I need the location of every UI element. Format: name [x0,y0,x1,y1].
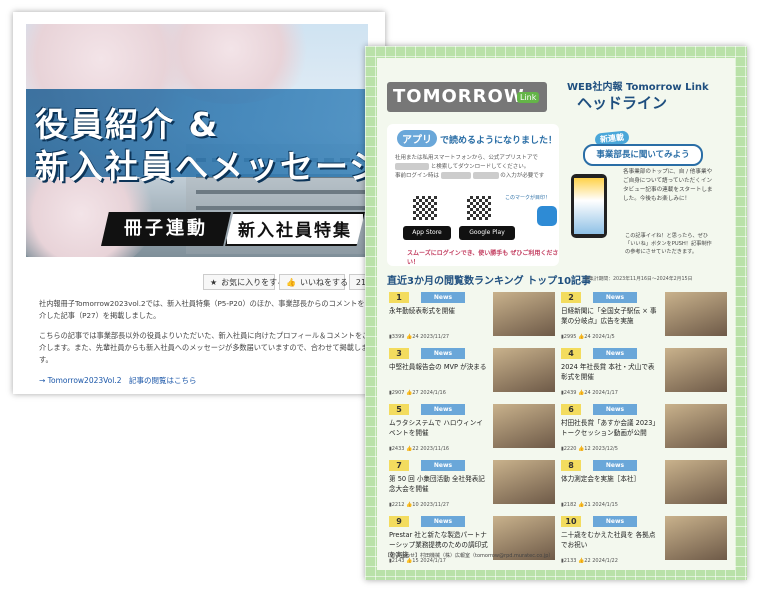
rank-meta: ▮2220 👍12 2023/12/5 [561,446,618,452]
serial-section: 新連載 事業部長に聞いてみよう 各事業部のトップに、自 / 他事業やご自身につい… [565,124,713,266]
ranking-item[interactable]: 10 News 二十歳をむかえた社員を 各拠点でお祝い ▮2133 👍22 2024/… [561,516,729,570]
app-icon [537,206,557,226]
ranking-item[interactable]: 6 News 村田社長賞「あすか会議 2023」トークセッション動画が公開 ▮2220… [561,404,729,458]
rank-number: 2 [561,292,581,303]
rank-meta: ▮3399 👍24 2023/11/27 [389,334,450,340]
ranking-item[interactable]: 8 News 体力測定会を実施［本社］ ▮2182 👍21 2024/1/15 [561,460,729,514]
qr-code-googleplay [467,196,491,220]
hero-tags: 冊子連動 新入社員特集 [101,212,371,246]
ranking-item[interactable]: 4 News 2024 年社長賞 本社・犬山で表彰式を開催 ▮2439 👍24 202… [561,348,729,402]
rank-number: 4 [561,348,581,359]
rank-meta: ▮2995 👍24 2024/1/5 [561,334,615,340]
app-badge: アプリ [397,130,437,147]
rank-meta: ▮2907 👍27 2024/1/16 [389,390,446,396]
rank-number: 10 [561,516,581,527]
news-tag: News [421,460,465,471]
tomorrow-logo-sub: Link [517,92,540,103]
qr-label: このマークが目印！ [505,195,551,201]
rank-meta: ▮2433 👍22 2023/11/16 [389,446,450,452]
tag-booklet: 冊子連動 [101,212,231,246]
newsletter-card: TOMORROW Link WEB社内報 Tomorrow Link ヘッドライ… [365,46,747,580]
rank-title: 日経新聞に「全国女子駅伝 × 事業の分岐点」広告を実施 [561,307,657,325]
ranking-period: ※集計期間：2023年11月16日〜2024年2月15日 [585,277,693,282]
rank-title: ムラタシステムで ハロウィンイベントを開催 [389,419,483,437]
rank-thumbnail [665,460,727,504]
hero-title-line1: 役員紹介 & [35,105,220,144]
appstore-badge[interactable]: App Store [403,226,451,240]
rank-number: 9 [389,516,409,527]
ranking-title: 直近3か月の閲覧数ランキング トップ10記事 [387,276,592,287]
rank-meta: ▮2439 👍24 2024/1/17 [561,390,618,396]
serial-title: 事業部長に聞いてみよう [583,144,703,166]
rank-title: 第 50 回 小集団活動 全社発表記念大会を開催 [389,475,485,493]
googleplay-badge[interactable]: Google Play [459,226,515,240]
news-tag: News [421,404,465,415]
rank-title: 中堅社員報告会の MVP が決まる [389,363,487,371]
news-tag: News [593,292,637,303]
star-icon: ★ [210,278,218,287]
contact-info: 【問い合わせ】村田機械（株）広報室（tomorrow@rpd.muratec.c… [385,553,554,559]
rank-title: 永年勤続表彰式を開催 [389,307,455,315]
rank-thumbnail [665,348,727,392]
article-paragraph-1: 社内報冊子Tomorrow2023vol.2では、新入社員特集（P5-P20）の… [39,299,379,320]
article-card: 役員紹介 & 新入社員へメッセージ 冊子連動 新入社員特集 ★ お気に入りをする … [13,12,385,394]
news-tag: News [593,404,637,415]
like-button[interactable]: 👍 いいねをする [279,274,348,290]
app-section: アプリ で読めるようになりました！ 社用または私用スマートフォンから、公式アプリス… [387,124,559,266]
rank-number: 8 [561,460,581,471]
rank-meta: ▮2212 👍10 2023/11/27 [389,502,450,508]
rank-meta: ▮2133 👍22 2024/1/22 [561,558,618,564]
phone-image [571,174,607,238]
article-link[interactable]: → Tomorrow2023Vol.2 記事の閲覧はこちら [39,375,197,386]
ranking-item[interactable]: 7 News 第 50 回 小集団活動 全社発表記念大会を開催 ▮2212 👍10 2… [389,460,557,514]
ranking-item[interactable]: 5 News ムラタシステムで ハロウィンイベントを開催 ▮2433 👍22 2023… [389,404,557,458]
rank-number: 7 [389,460,409,471]
headline-small: WEB社内報 Tomorrow Link [567,82,709,93]
hero-title-line2: 新入社員へメッセージ [35,147,385,186]
qr-code-appstore [413,196,437,220]
app-title: アプリ で読めるようになりました！ [397,130,557,147]
news-tag: News [593,460,637,471]
rank-thumbnail [665,404,727,448]
rank-title: 二十歳をむかえた社員を 各拠点でお祝い [561,531,656,549]
rank-title: 体力測定会を実施［本社］ [561,475,641,483]
rank-thumbnail [493,292,555,336]
serial-text: 各事業部のトップに、自 / 他事業やご自身について語っていただくインタビュー記事… [623,169,713,202]
app-text: 社用または私用スマートフォンから、公式アプリストアで と検索してダウンロードして… [395,155,545,179]
rank-number: 1 [389,292,409,303]
ranking-item[interactable]: 2 News 日経新聞に「全国女子駅伝 × 事業の分岐点」広告を実施 ▮2995 👍2… [561,292,729,346]
news-tag: News [593,348,637,359]
rank-thumbnail [665,292,727,336]
rank-meta: ▮2182 👍21 2024/1/15 [561,502,618,508]
rank-number: 6 [561,404,581,415]
rank-number: 3 [389,348,409,359]
bookmark-button[interactable]: ★ お気に入りをする [203,274,285,290]
tag-new-employee: 新入社員特集 [225,212,365,246]
headline-main: ヘッドライン [577,94,668,112]
serial-note: この記事イイね！と思ったら、ぜひ「いいね」ボタンをPUSH！記事制作の参考にさせ… [625,233,712,255]
rank-title: 村田社長賞「あすか会議 2023」トークセッション動画が公開 [561,419,660,437]
rank-title: 2024 年社長賞 本社・犬山で表彰式を開催 [561,363,655,381]
news-tag: News [593,516,637,527]
rank-thumbnail [665,516,727,560]
article-paragraph-2: こちらの記事では事業部長以外の役員よりいただいた、新入社員に向けたプロフィール＆… [39,331,377,364]
news-tag: News [421,516,465,527]
rank-thumbnail [493,348,555,392]
ranking-item[interactable]: 3 News 中堅社員報告会の MVP が決まる ▮2907 👍27 2024/1/1… [389,348,557,402]
app-note: スムーズにログインでき、使い勝手も ぜひご利用ください！ [407,250,559,266]
rank-thumbnail [493,404,555,448]
rank-number: 5 [389,404,409,415]
ranking-item[interactable]: 9 News Prestar 社と新たな製造パートナーシップ業務提携のための調印式を… [389,516,557,570]
news-tag: News [421,348,465,359]
thumbs-up-icon: 👍 [286,278,296,287]
ranking-item[interactable]: 1 News 永年勤続表彰式を開催 ▮3399 👍24 2023/11/27 [389,292,557,346]
news-tag: News [421,292,465,303]
rank-thumbnail [493,460,555,504]
